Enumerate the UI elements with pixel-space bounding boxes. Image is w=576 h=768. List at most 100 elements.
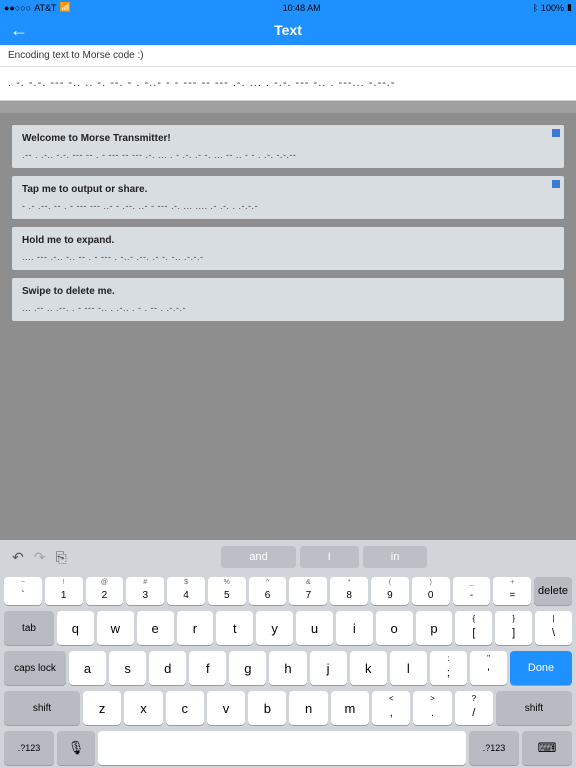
row-zxcv: shiftzxcvbnm<,>.?/shift — [0, 688, 576, 728]
space-key[interactable] — [98, 731, 466, 765]
paste-icon[interactable]: ⎘ — [55, 549, 66, 566]
num-key[interactable]: *8 — [330, 577, 368, 605]
history-card[interactable]: Welcome to Morse Transmitter!.-- . .-.. … — [12, 125, 564, 168]
num-key[interactable]: #3 — [126, 577, 164, 605]
text-input[interactable]: Encoding text to Morse code :) — [0, 45, 576, 67]
letter-key[interactable]: h — [269, 651, 306, 685]
num-key[interactable]: $4 — [167, 577, 205, 605]
letter-key[interactable]: y — [256, 611, 293, 645]
letter-key[interactable]: n — [289, 691, 327, 725]
card-title: Swipe to delete me. — [22, 286, 554, 297]
redo-icon[interactable]: ↷ — [34, 549, 46, 566]
wifi-icon: 📶 — [60, 2, 71, 13]
letter-key[interactable]: q — [57, 611, 94, 645]
suggestion[interactable]: in — [363, 546, 428, 568]
punct-key[interactable]: ?/ — [455, 691, 493, 725]
mic-key[interactable]: 🎙 — [57, 731, 95, 765]
num-key[interactable]: %5 — [208, 577, 246, 605]
history-card[interactable]: Swipe to delete me. ... .-- .. .--. . - -… — [12, 278, 564, 321]
letter-key[interactable]: s — [109, 651, 146, 685]
letter-key[interactable]: a — [69, 651, 106, 685]
letter-key[interactable]: g — [229, 651, 266, 685]
letter-key[interactable]: e — [137, 611, 174, 645]
symbols-key[interactable]: .?123 — [4, 731, 54, 765]
num-key[interactable]: )0 — [412, 577, 450, 605]
dismiss-keyboard-key[interactable]: ⌨ — [522, 731, 572, 765]
tab-key[interactable]: tab — [4, 611, 54, 645]
nav-bar: ← Text — [0, 15, 576, 45]
punct-key[interactable]: :; — [430, 651, 467, 685]
num-key[interactable]: ~` — [4, 577, 42, 605]
signal-dots: ●●○○○ — [4, 3, 31, 13]
history-card[interactable]: Tap me to output or share.- .- .--. -- .… — [12, 176, 564, 219]
row-asdf: caps lockasdfghjkl:;"'Done — [0, 648, 576, 688]
undo-icon[interactable]: ↶ — [12, 549, 24, 566]
shift-key[interactable]: shift — [496, 691, 572, 725]
history-card[interactable]: Hold me to expand..... --- .-.. -.. -- .… — [12, 227, 564, 270]
bluetooth-icon: ᛒ — [533, 3, 538, 13]
status-left: ●●○○○ AT&T 📶 — [4, 2, 71, 13]
letter-key[interactable]: c — [166, 691, 204, 725]
punct-key[interactable]: }] — [495, 611, 532, 645]
number-row: ~`!1@2#3$4%5^6&7*8(9)0_-+=delete — [0, 574, 576, 608]
capslock-key[interactable]: caps lock — [4, 651, 66, 685]
punct-key[interactable]: |\ — [535, 611, 572, 645]
page-title: Text — [274, 22, 302, 38]
letter-key[interactable]: b — [248, 691, 286, 725]
punct-key[interactable]: <, — [372, 691, 410, 725]
letter-key[interactable]: p — [416, 611, 453, 645]
keyboard-tools: ↶ ↷ ⎘ — [6, 549, 73, 566]
battery-icon: ▮ — [567, 2, 572, 13]
row-qwerty: tabqwertyuiop{[}]|\ — [0, 608, 576, 648]
suggestion-bar: ↶ ↷ ⎘ andIin — [0, 540, 576, 574]
letter-key[interactable]: r — [177, 611, 214, 645]
letter-key[interactable]: l — [390, 651, 427, 685]
letter-key[interactable]: f — [189, 651, 226, 685]
carrier-label: AT&T — [34, 3, 56, 13]
card-title: Welcome to Morse Transmitter! — [22, 133, 554, 144]
suggestions: andIin — [79, 546, 570, 568]
delete-key[interactable]: delete — [534, 577, 572, 605]
letter-key[interactable]: z — [83, 691, 121, 725]
letter-key[interactable]: v — [207, 691, 245, 725]
card-title: Tap me to output or share. — [22, 184, 554, 195]
shift-key[interactable]: shift — [4, 691, 80, 725]
letter-key[interactable]: j — [310, 651, 347, 685]
punct-key[interactable]: >. — [413, 691, 451, 725]
letter-key[interactable]: i — [336, 611, 373, 645]
punct-key[interactable]: "' — [470, 651, 507, 685]
status-time: 10:48 AM — [283, 3, 321, 13]
input-text: Encoding text to Morse code :) — [8, 50, 144, 61]
punct-key[interactable]: {[ — [455, 611, 492, 645]
morse-output: . -. -.-. --- -.. .. -. --. - . -..- - -… — [0, 67, 576, 101]
symbols-key-right[interactable]: .?123 — [469, 731, 519, 765]
letter-key[interactable]: m — [331, 691, 369, 725]
keyboard: ↶ ↷ ⎘ andIin ~`!1@2#3$4%5^6&7*8(9)0_-+=d… — [0, 540, 576, 768]
battery-label: 100% — [541, 3, 564, 13]
card-morse: ... .-- .. .--. . - --- -.. . .-.. . - .… — [22, 303, 554, 313]
num-key[interactable]: !1 — [45, 577, 83, 605]
suggestion[interactable]: and — [221, 546, 295, 568]
row-bottom: .?123 🎙 .?123 ⌨ — [0, 728, 576, 768]
letter-key[interactable]: w — [97, 611, 134, 645]
status-bar: ●●○○○ AT&T 📶 10:48 AM ᛒ 100% ▮ — [0, 0, 576, 15]
letter-key[interactable]: o — [376, 611, 413, 645]
letter-key[interactable]: x — [124, 691, 162, 725]
back-button[interactable]: ← — [10, 20, 28, 41]
card-corner-icon — [552, 180, 560, 188]
num-key[interactable]: _- — [453, 577, 491, 605]
letter-key[interactable]: k — [350, 651, 387, 685]
keyboard-icon: ⌨ — [538, 740, 557, 756]
num-key[interactable]: @2 — [86, 577, 124, 605]
letter-key[interactable]: u — [296, 611, 333, 645]
status-right: ᛒ 100% ▮ — [533, 2, 572, 13]
done-key[interactable]: Done — [510, 651, 572, 685]
num-key[interactable]: ^6 — [249, 577, 287, 605]
num-key[interactable]: (9 — [371, 577, 409, 605]
num-key[interactable]: &7 — [289, 577, 327, 605]
letter-key[interactable]: t — [216, 611, 253, 645]
suggestion[interactable]: I — [300, 546, 359, 568]
num-key[interactable]: += — [493, 577, 531, 605]
card-corner-icon — [552, 129, 560, 137]
letter-key[interactable]: d — [149, 651, 186, 685]
